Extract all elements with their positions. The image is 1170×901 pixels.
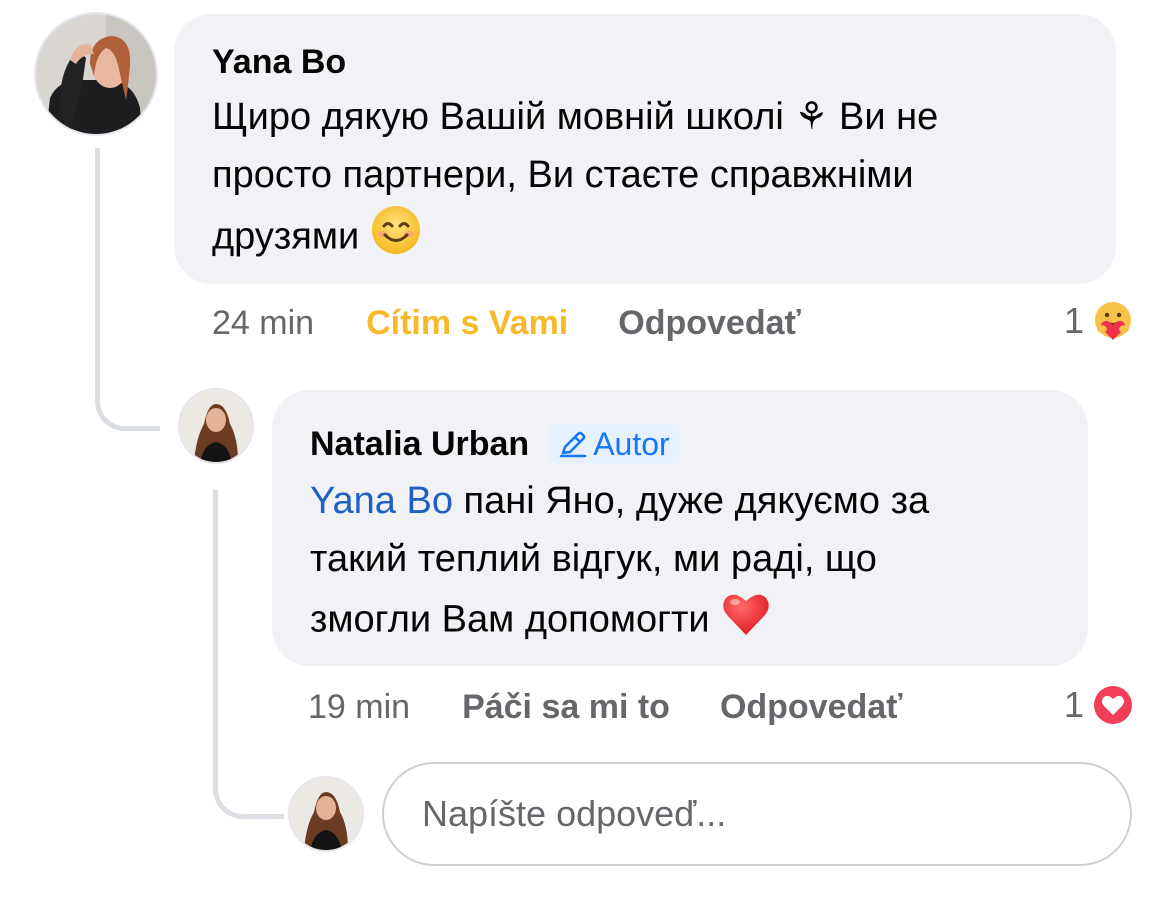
comment-actions: 24 min Cítim s Vami Odpovedať <box>212 298 801 348</box>
comment-text-line-end: друзями <box>212 215 360 258</box>
smiling-face-icon <box>370 204 422 273</box>
comment-author-name[interactable]: Yana Bo <box>212 42 1080 82</box>
love-reaction-icon <box>1090 682 1136 728</box>
reply-actions: 19 min Páči sa mi to Odpovedať <box>308 682 902 732</box>
comment-bubble: Yana Bo Щиро дякую Вашій мовній школі ⚘ … <box>174 14 1116 284</box>
like-button[interactable]: Páči sa mi to <box>462 688 670 727</box>
comment-thread: Yana Bo Щиро дякую Вашій мовній школі ⚘ … <box>0 0 1170 901</box>
thread-connector-line <box>95 148 160 431</box>
avatar-yana-bo[interactable] <box>36 14 156 134</box>
reply-author-row: Natalia Urban Autor <box>310 422 1052 466</box>
author-badge-label: Autor <box>593 426 670 462</box>
reply-reaction-summary[interactable]: 1 <box>1064 680 1136 730</box>
reply-timestamp[interactable]: 19 min <box>308 688 410 727</box>
reply-bubble: Natalia Urban Autor Yana Bo пані Яно, ду… <box>272 390 1088 666</box>
reaction-summary[interactable]: 1 <box>1064 296 1136 346</box>
care-reaction-button[interactable]: Cítim s Vami <box>366 304 568 343</box>
care-reaction-icon <box>1090 298 1136 344</box>
reaction-count: 1 <box>1064 300 1085 341</box>
reply-text-line-end: змогли Вам допомогти <box>310 598 710 641</box>
red-heart-icon <box>720 588 772 655</box>
comment-text-line: просто партнери, Ви стаєте справжніми <box>212 154 914 196</box>
comment-text: Щиро дякую Вашій мовній школі ⚘ Ви не пр… <box>212 88 1080 273</box>
reply-input[interactable] <box>420 792 1130 836</box>
avatar-natalia-urban[interactable] <box>180 390 252 462</box>
reply-author-name[interactable]: Natalia Urban <box>310 424 529 464</box>
reply-composer[interactable] <box>382 762 1132 866</box>
mention-link[interactable]: Yana Bo <box>310 480 453 522</box>
reply-text-line-rest: пані Яно, дуже дякуємо за <box>452 480 930 522</box>
composer-avatar <box>290 778 362 850</box>
reaction-count: 1 <box>1064 684 1085 725</box>
reply-text-line: такий теплий відгук, ми раді, що <box>310 538 877 580</box>
reply-button[interactable]: Odpovedať <box>720 688 903 727</box>
reply-text-line: змогли Вам допомогти <box>310 588 1052 655</box>
comment-text-line: друзями <box>212 204 1080 273</box>
comment-text-line: Щиро дякую Вашій мовній школі ⚘ Ви не <box>212 96 939 138</box>
comment-timestamp[interactable]: 24 min <box>212 304 314 343</box>
pencil-icon <box>559 431 587 458</box>
author-badge: Autor <box>549 424 680 464</box>
reply-text: Yana Bo пані Яно, дуже дякуємо за такий … <box>310 472 1052 655</box>
reply-button[interactable]: Odpovedať <box>618 304 801 343</box>
reply-text-line: Yana Bo пані Яно, дуже дякуємо за <box>310 472 1052 530</box>
